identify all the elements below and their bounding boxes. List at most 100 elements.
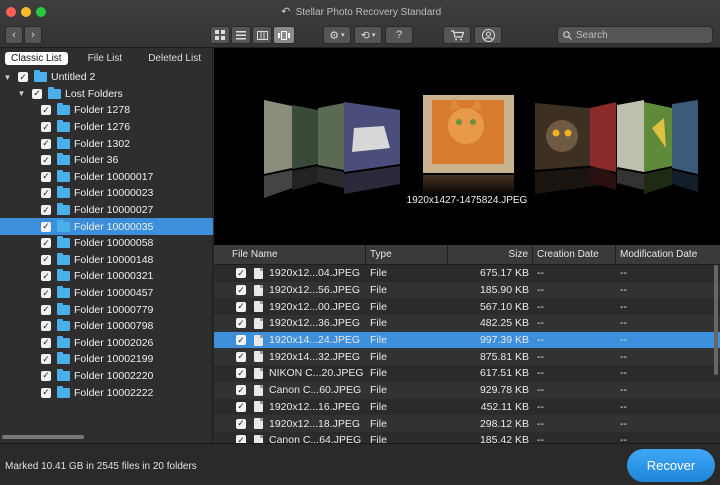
tree-folder-item[interactable]: ✓ Folder 36 [0, 152, 213, 169]
history-button[interactable]: ⟲ ▾ [354, 26, 382, 44]
search-field[interactable] [557, 26, 713, 44]
thumbnail-right-3[interactable] [617, 100, 644, 190]
thumbnail-left-1[interactable] [264, 100, 292, 198]
checkbox[interactable]: ✓ [236, 435, 246, 443]
tree-folder-item[interactable]: ✓ Folder 10000017 [0, 169, 213, 186]
tree-folder-item[interactable]: ✓ Folder 10002222 [0, 384, 213, 401]
recover-button[interactable]: Recover [627, 449, 715, 482]
column-type[interactable]: Type [366, 245, 448, 265]
tab-deleted-list[interactable]: Deleted List [142, 52, 207, 65]
checkbox[interactable]: ✓ [236, 368, 246, 379]
tree-folder-item[interactable]: ✓ Folder 10000321 [0, 268, 213, 285]
tree-folder-item[interactable]: ✓ Folder 10000798 [0, 318, 213, 335]
checkbox[interactable]: ✓ [236, 401, 246, 412]
checkbox[interactable]: ✓ [236, 268, 246, 279]
tree-folder-item[interactable]: ✓ Folder 10000027 [0, 202, 213, 219]
vertical-scrollbar[interactable] [714, 265, 718, 375]
table-row[interactable]: ✓ Canon C...64.JPEG File 185.42 KB -- -- [214, 432, 720, 443]
disclosure-open-icon[interactable]: ▼ [3, 73, 12, 82]
table-row[interactable]: ✓ 1920x12...18.JPEG File 298.12 KB -- -- [214, 415, 720, 432]
table-row[interactable]: ✓ NIKON C...20.JPEG File 617.51 KB -- -- [214, 365, 720, 382]
cell-size: 185.42 KB [479, 434, 529, 443]
tree-group[interactable]: ▼ ✓ Lost Folders [0, 86, 213, 103]
column-file-name[interactable]: File Name [214, 245, 366, 265]
checkbox[interactable]: ✓ [41, 304, 51, 315]
table-row[interactable]: ✓ 1920x12...36.JPEG File 482.25 KB -- -- [214, 315, 720, 332]
table-row[interactable]: ✓ Canon C...60.JPEG File 929.78 KB -- -- [214, 381, 720, 399]
settings-button[interactable]: ⚙ ▾ [323, 26, 351, 44]
checkbox[interactable]: ✓ [236, 285, 246, 296]
tree-folder-item[interactable]: ✓ Folder 10002026 [0, 335, 213, 352]
checkbox[interactable]: ✓ [32, 88, 42, 99]
checkbox[interactable]: ✓ [41, 321, 51, 332]
coverflow-view-button[interactable] [273, 26, 295, 44]
nav-forward-button[interactable]: › [24, 26, 42, 44]
checkbox[interactable]: ✓ [41, 188, 51, 199]
column-size[interactable]: Size [448, 245, 533, 265]
checkbox[interactable]: ✓ [41, 387, 51, 398]
tree-folder-item[interactable]: ✓ Folder 1276 [0, 119, 213, 136]
help-button[interactable]: ? [385, 26, 413, 44]
checkbox[interactable]: ✓ [236, 301, 246, 312]
checkbox[interactable]: ✓ [18, 72, 28, 83]
cart-button[interactable] [443, 26, 471, 44]
account-button[interactable] [474, 26, 502, 44]
checkbox[interactable]: ✓ [41, 370, 51, 381]
nav-back-button[interactable]: ‹ [5, 26, 23, 44]
grid-view-button[interactable] [210, 26, 230, 44]
tree-folder-item[interactable]: ✓ Folder 10000023 [0, 185, 213, 202]
tree-folder-item[interactable]: ✓ Folder 10000035 [0, 218, 213, 235]
tree-folder-item[interactable]: ✓ Folder 10000457 [0, 285, 213, 302]
checkbox[interactable]: ✓ [41, 271, 51, 282]
folder-icon [48, 86, 61, 99]
column-view-button[interactable] [252, 26, 272, 44]
checkbox[interactable]: ✓ [236, 318, 246, 329]
checkbox[interactable]: ✓ [41, 354, 51, 365]
thumbnail-left-4[interactable] [344, 102, 400, 194]
tree-folder-item[interactable]: ✓ Folder 10000779 [0, 301, 213, 318]
thumbnail-right-5[interactable] [672, 100, 698, 192]
checkbox[interactable]: ✓ [41, 205, 51, 216]
table-row[interactable]: ✓ 1920x12...00.JPEG File 567.10 KB -- -- [214, 298, 720, 315]
checkbox[interactable]: ✓ [41, 238, 51, 249]
checkbox[interactable]: ✓ [236, 351, 246, 362]
checkbox[interactable]: ✓ [41, 254, 51, 265]
thumbnail-left-2[interactable] [292, 105, 318, 190]
tree-folder-item[interactable]: ✓ Folder 10002220 [0, 368, 213, 385]
checkbox[interactable]: ✓ [41, 105, 51, 116]
tree-root[interactable]: ▼ ✓ Untitled 2 [0, 69, 213, 86]
checkbox[interactable]: ✓ [41, 122, 51, 133]
checkbox[interactable]: ✓ [41, 171, 51, 182]
tree-folder-item[interactable]: ✓ Folder 10000148 [0, 252, 213, 269]
column-creation-date[interactable]: Creation Date [533, 245, 616, 265]
tree-folder-item[interactable]: ✓ Folder 1278 [0, 102, 213, 119]
table-row[interactable]: ✓ 1920x14...24.JPEG File 997.39 KB -- -- [214, 331, 720, 349]
table-row[interactable]: ✓ 1920x14...32.JPEG File 875.81 KB -- -- [214, 348, 720, 366]
tree-folder-item[interactable]: ✓ Folder 10000058 [0, 235, 213, 252]
table-row[interactable]: ✓ 1920x12...16.JPEG File 452.11 KB -- -- [214, 399, 720, 416]
tab-classic-list[interactable]: Classic List [5, 51, 68, 65]
checkbox[interactable]: ✓ [236, 335, 246, 346]
list-view-button[interactable] [231, 26, 251, 44]
table-row[interactable]: ✓ 1920x12...56.JPEG File 185.90 KB -- -- [214, 281, 720, 299]
checkbox[interactable]: ✓ [41, 155, 51, 166]
checkbox[interactable]: ✓ [41, 221, 51, 232]
checkbox[interactable]: ✓ [41, 337, 51, 348]
search-input[interactable] [576, 29, 706, 41]
folder-icon [57, 319, 70, 332]
checkbox[interactable]: ✓ [236, 418, 246, 429]
checkbox[interactable]: ✓ [236, 385, 246, 396]
tab-file-list[interactable]: File List [82, 52, 128, 65]
thumbnail-right-2[interactable] [590, 102, 616, 190]
column-modification-date[interactable]: Modification Date [616, 245, 720, 265]
checkbox[interactable]: ✓ [41, 138, 51, 149]
table-row[interactable]: ✓ 1920x12...04.JPEG File 675.17 KB -- -- [214, 265, 720, 282]
thumbnail-center[interactable] [423, 95, 514, 197]
tree-folder-item[interactable]: ✓ Folder 1302 [0, 135, 213, 152]
thumbnail-right-4[interactable] [644, 102, 672, 194]
tree-folder-item[interactable]: ✓ Folder 10002199 [0, 351, 213, 368]
disclosure-open-icon[interactable]: ▼ [17, 89, 26, 98]
thumbnail-left-3[interactable] [318, 103, 344, 188]
horizontal-scrollbar[interactable] [2, 435, 84, 439]
checkbox[interactable]: ✓ [41, 288, 51, 299]
